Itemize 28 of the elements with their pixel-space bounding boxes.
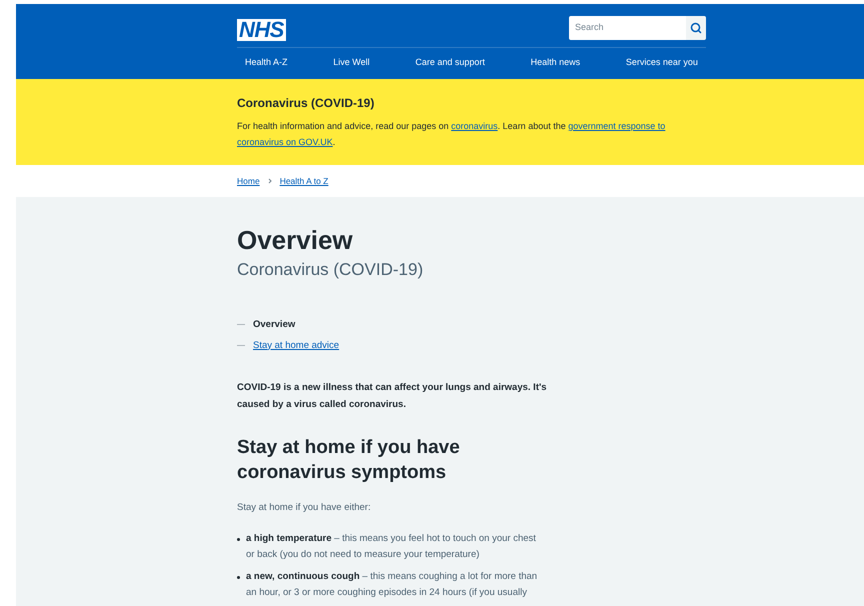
chevron-icon [268, 178, 272, 184]
bullet-text: a high temperature – this means you feel hot to touch on your chest or back (you do not need to measure your temperature) [246, 532, 537, 562]
bullet-icon [237, 538, 240, 541]
contents-item: Overview [253, 318, 296, 332]
logo[interactable]: NHS [237, 19, 286, 41]
search-field[interactable]: Search [569, 16, 686, 40]
intro-paragraph: COVID-19 is a new illness that can affect your lungs and airways. It's caused by a virus called coronavirus. [237, 380, 547, 412]
nav-link[interactable]: Services near you [626, 56, 698, 70]
section-heading: Stay at home if you have coronavirus symptoms [237, 436, 461, 484]
banner-link[interactable]: government response to [568, 121, 666, 131]
page-title: Overview [237, 225, 353, 255]
banner-title: Coronavirus (COVID-19) [237, 95, 376, 112]
lead-paragraph: Stay at home if you have either: [237, 500, 371, 514]
breadcrumb-link[interactable]: Home [237, 174, 260, 188]
banner-link[interactable]: coronavirus on GOV.UK [237, 137, 333, 147]
bullet-text: a new, continuous cough – this means coughing a lot for more than an hour, or 3 or more coughing episodes in 24 hours (if you usually [246, 570, 538, 600]
page-subtitle: Coronavirus (COVID-19) [237, 259, 424, 281]
search-button[interactable] [686, 16, 706, 40]
bullet-icon [237, 576, 240, 579]
banner-text: For health information and advice, read our pages on coronavirus. Learn about the government response to coronavirus on GOV.UK. [237, 120, 666, 149]
search-icon [690, 22, 702, 34]
breadcrumb-link[interactable]: Health A to Z [280, 174, 328, 188]
banner-link[interactable]: coronavirus [451, 121, 498, 131]
nav-link[interactable]: Health news [530, 56, 580, 70]
nav-link[interactable]: Live Well [333, 56, 370, 70]
contents-link[interactable]: Stay at home advice [253, 338, 340, 352]
nav-link[interactable]: Health A-Z [245, 56, 288, 70]
nav-link[interactable]: Care and support [415, 56, 485, 70]
